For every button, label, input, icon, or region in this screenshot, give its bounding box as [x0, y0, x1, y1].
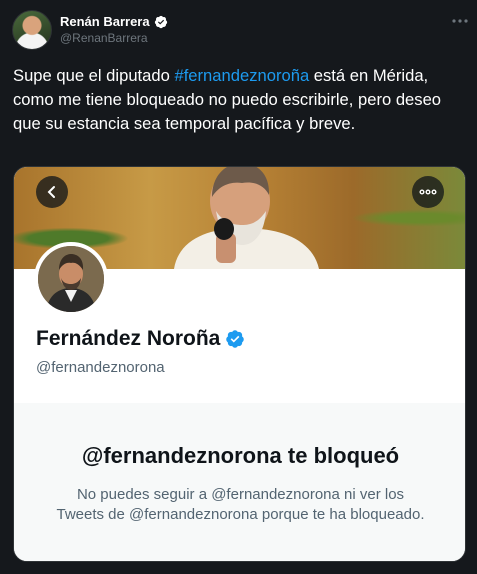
author-handle[interactable]: @RenanBarrera — [60, 31, 148, 45]
profile-name-row: Fernández Noroña — [36, 327, 245, 351]
more-icon — [419, 189, 437, 195]
profile-card[interactable]: Fernández Noroña @fernandeznorona @ferna… — [13, 166, 466, 562]
verified-badge-icon — [226, 330, 245, 348]
author-name[interactable]: Renán Barrera — [60, 14, 150, 29]
back-arrow-icon — [47, 186, 55, 198]
hashtag-link[interactable]: #fernandeznoroña — [174, 66, 309, 85]
blocked-title: @fernandeznorona te bloqueó — [81, 443, 400, 468]
author-name-row[interactable]: Renán Barrera — [60, 14, 168, 29]
profile-photo — [38, 246, 104, 312]
author-avatar[interactable] — [12, 10, 52, 50]
profile-handle: @fernandeznorona — [36, 359, 165, 376]
back-button[interactable] — [36, 176, 68, 208]
verified-badge-icon — [154, 15, 167, 28]
tweet-text: Supe que el diputado #fernandeznoroña es… — [13, 64, 468, 136]
blocked-notice: @fernandeznorona te bloqueó No puedes se… — [14, 403, 465, 561]
tweet-text-start: Supe que el diputado — [13, 66, 175, 85]
more-icon[interactable] — [450, 14, 470, 28]
profile-avatar[interactable] — [34, 242, 108, 316]
blocked-description: No puedes seguir a @fernandeznorona ni v… — [56, 486, 425, 523]
tweet: Renán Barrera @RenanBarrera Supe que el … — [0, 0, 477, 574]
banner-photo — [174, 167, 319, 269]
profile-more-button[interactable] — [412, 176, 444, 208]
profile-name: Fernández Noroña — [36, 327, 221, 350]
